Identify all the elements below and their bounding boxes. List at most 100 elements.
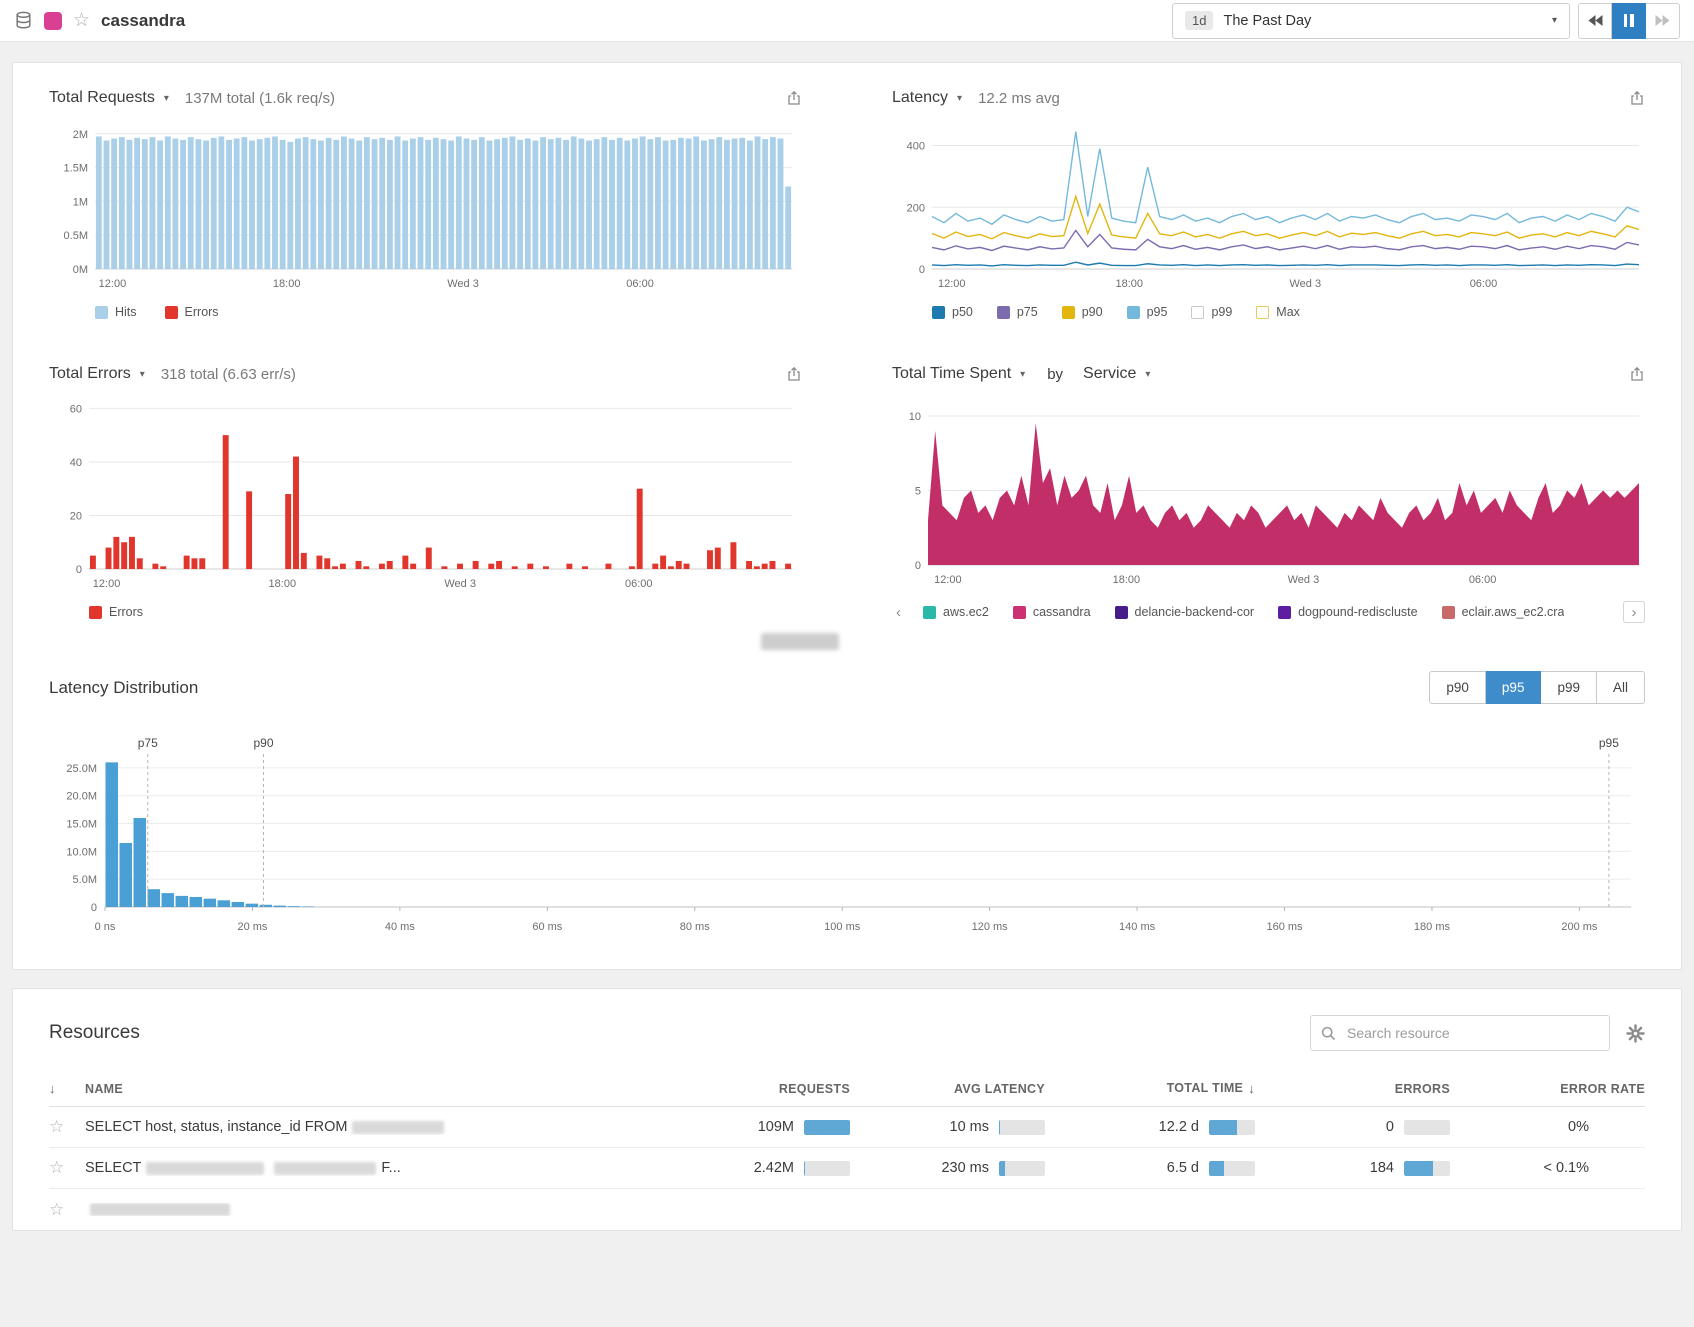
chevron-down-icon[interactable]: ▾ — [164, 93, 169, 104]
col-header-total-time[interactable]: TOTAL TIME↓ — [1045, 1081, 1255, 1096]
favorite-star-icon[interactable]: ☆ — [73, 11, 90, 30]
facet-select[interactable]: Service — [1083, 365, 1136, 383]
svg-text:0M: 0M — [73, 264, 88, 276]
resources-title: Resources — [49, 1022, 140, 1044]
total-time-spent-legend: ‹ aws.ec2 cassandra delancie-backend-cor do… — [892, 601, 1645, 623]
time-pause-button[interactable] — [1612, 3, 1646, 39]
redacted-text — [274, 1162, 376, 1175]
export-icon[interactable] — [1629, 90, 1645, 106]
legend-swatch — [1256, 306, 1269, 319]
table-row[interactable]: ☆SELECT F...2.42M230 ms6.5 d184< 0.1% — [49, 1148, 1645, 1189]
svg-text:18:00: 18:00 — [269, 578, 297, 590]
export-icon[interactable] — [786, 90, 802, 106]
svg-text:100 ms: 100 ms — [824, 921, 861, 933]
svg-text:12:00: 12:00 — [99, 278, 127, 290]
svg-text:20: 20 — [70, 510, 82, 522]
col-header-requests[interactable]: REQUESTS — [645, 1082, 850, 1096]
svg-text:15.0M: 15.0M — [66, 819, 97, 831]
legend-item-delancie-backend-cor[interactable]: delancie-backend-cor — [1115, 605, 1255, 619]
legend-item-p90[interactable]: p90 — [1062, 305, 1103, 319]
time-forward-button[interactable] — [1646, 3, 1680, 39]
legend-swatch — [1442, 606, 1455, 619]
redacted-text — [352, 1121, 444, 1134]
timeframe-badge: 1d — [1185, 11, 1213, 30]
legend-item-p50[interactable]: p50 — [932, 305, 973, 319]
favorite-star-icon[interactable]: ☆ — [49, 1117, 85, 1137]
total-time-spent-chart[interactable]: 051012:0018:00Wed 306:00 — [892, 397, 1645, 589]
chevron-down-icon[interactable]: ▾ — [1020, 369, 1025, 380]
svg-text:06:00: 06:00 — [626, 278, 654, 290]
gear-icon[interactable] — [1626, 1024, 1645, 1043]
total-errors-chart[interactable]: 020406012:0018:00Wed 306:00 — [49, 397, 802, 593]
svg-text:2M: 2M — [73, 129, 88, 141]
legend-item-p95[interactable]: p95 — [1127, 305, 1168, 319]
svg-text:12:00: 12:00 — [93, 578, 121, 590]
svg-text:0: 0 — [91, 902, 97, 914]
percentile-button-p90[interactable]: p90 — [1429, 671, 1486, 704]
timeframe-select[interactable]: 1d The Past Day ▾ — [1172, 3, 1570, 39]
export-icon[interactable] — [1629, 366, 1645, 382]
svg-text:10.0M: 10.0M — [66, 846, 97, 858]
resources-card: Resources ↓ NAME REQUESTS AVG LATENCY TO… — [12, 988, 1682, 1231]
total-requests-chart[interactable]: 0M0.5M1M1.5M2M12:0018:00Wed 306:00 — [49, 121, 802, 293]
svg-text:25.0M: 25.0M — [66, 763, 97, 775]
legend-item-Errors[interactable]: Errors — [89, 605, 143, 619]
table-row[interactable]: ☆ — [49, 1189, 1645, 1230]
metric-bar — [999, 1161, 1045, 1176]
search-icon — [1321, 1026, 1336, 1041]
latency-legend: p50 p75 p90 p95 p99 Max — [892, 305, 1645, 319]
legend-item-cassandra[interactable]: cassandra — [1013, 605, 1091, 619]
col-header-avg-latency[interactable]: AVG LATENCY — [850, 1082, 1045, 1096]
legend-item-p75[interactable]: p75 — [997, 305, 1038, 319]
svg-text:Wed 3: Wed 3 — [1288, 574, 1320, 586]
latency-chart[interactable]: 020040012:0018:00Wed 306:00 — [892, 121, 1645, 293]
chevron-left-icon[interactable]: ‹ — [896, 605, 901, 620]
svg-text:200 ms: 200 ms — [1561, 921, 1598, 933]
svg-text:12:00: 12:00 — [938, 278, 966, 290]
time-rewind-button[interactable] — [1578, 3, 1612, 39]
cell-requests: 2.42M — [645, 1160, 850, 1176]
svg-text:180 ms: 180 ms — [1414, 921, 1451, 933]
percentile-button-p95[interactable]: p95 — [1486, 671, 1542, 704]
legend-item-Max[interactable]: Max — [1256, 305, 1300, 319]
svg-text:06:00: 06:00 — [625, 578, 653, 590]
total-requests-legend: Hits Errors — [49, 305, 802, 319]
table-row[interactable]: ☆SELECT host, status, instance_id FROM 1… — [49, 1107, 1645, 1148]
col-header-error-rate[interactable]: ERROR RATE — [1450, 1082, 1645, 1096]
legend-item-dogpound-rediscluste[interactable]: dogpound-rediscluste — [1278, 605, 1418, 619]
svg-text:0.5M: 0.5M — [64, 230, 88, 242]
sort-icon: ↓ — [1248, 1081, 1255, 1096]
legend-swatch — [1115, 606, 1128, 619]
chevron-right-icon[interactable]: › — [1623, 601, 1645, 623]
percentile-button-All[interactable]: All — [1597, 671, 1645, 704]
legend-item-eclair.aws_ec2.cra[interactable]: eclair.aws_ec2.cra — [1442, 605, 1565, 619]
legend-swatch — [1013, 606, 1026, 619]
percentile-button-p99[interactable]: p99 — [1541, 671, 1597, 704]
chevron-down-icon[interactable]: ▾ — [957, 93, 962, 104]
legend-swatch — [1127, 306, 1140, 319]
legend-item-Errors[interactable]: Errors — [165, 305, 219, 319]
latency-panel: Latency ▾ 12.2 ms avg 020040012:0018:00W… — [892, 89, 1645, 319]
col-header-errors[interactable]: ERRORS — [1255, 1082, 1450, 1096]
total-requests-panel: Total Requests ▾ 137M total (1.6k req/s)… — [49, 89, 802, 319]
resource-name[interactable] — [85, 1203, 645, 1216]
by-label: by — [1047, 366, 1063, 383]
legend-item-p99[interactable]: p99 — [1191, 305, 1232, 319]
favorite-star-icon[interactable]: ☆ — [49, 1200, 85, 1220]
search-resource-input[interactable] — [1345, 1024, 1599, 1042]
sort-icon[interactable]: ↓ — [49, 1081, 85, 1096]
legend-item-aws.ec2[interactable]: aws.ec2 — [923, 605, 989, 619]
chevron-down-icon[interactable]: ▾ — [1145, 369, 1150, 380]
resource-name[interactable]: SELECT host, status, instance_id FROM — [85, 1119, 645, 1135]
svg-text:12:00: 12:00 — [934, 574, 962, 586]
chevron-down-icon[interactable]: ▾ — [140, 369, 145, 380]
svg-text:18:00: 18:00 — [273, 278, 301, 290]
legend-item-Hits[interactable]: Hits — [95, 305, 137, 319]
cell-errors: 0 — [1255, 1119, 1450, 1135]
latency-distribution-chart[interactable]: 05.0M10.0M15.0M20.0M25.0M0 ns20 ms40 ms6… — [49, 730, 1645, 935]
svg-text:5.0M: 5.0M — [73, 874, 97, 886]
favorite-star-icon[interactable]: ☆ — [49, 1158, 85, 1178]
resource-name[interactable]: SELECT F... — [85, 1160, 645, 1176]
export-icon[interactable] — [786, 366, 802, 382]
col-header-name[interactable]: NAME — [85, 1082, 645, 1096]
